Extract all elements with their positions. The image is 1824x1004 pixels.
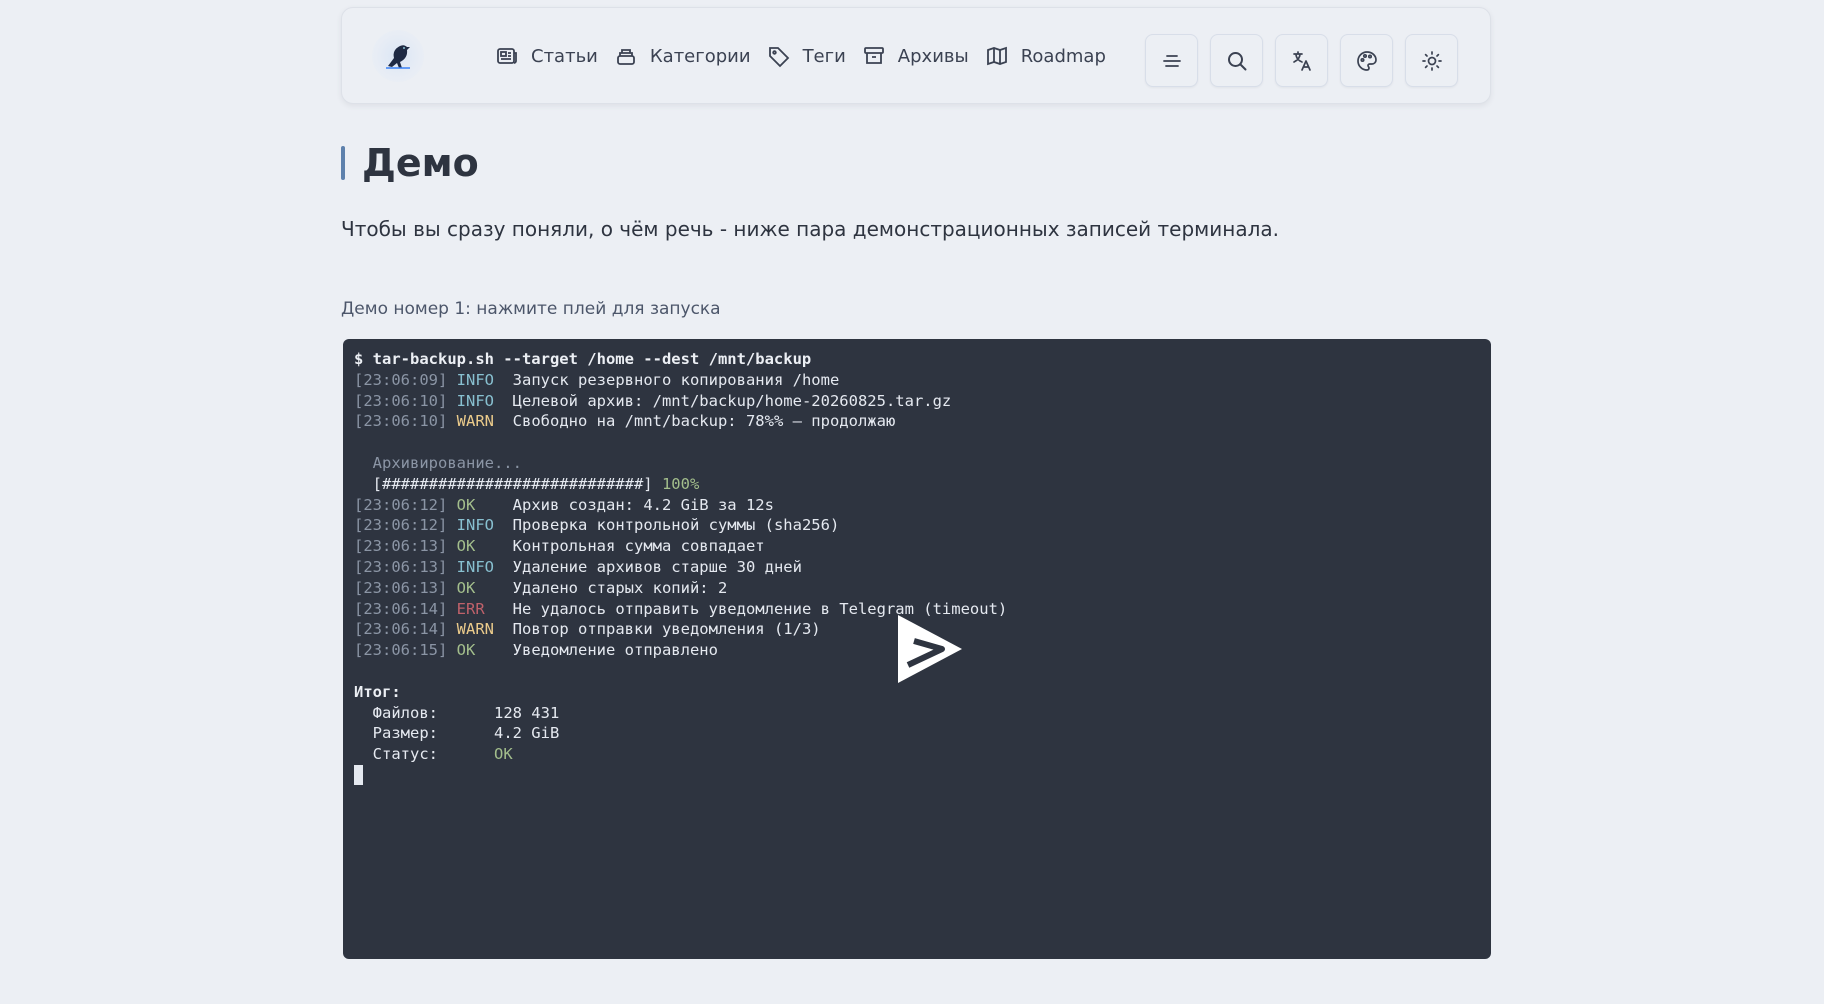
terminal-log-line: [23:06:13] OK Удалено старых копий: 2 bbox=[354, 578, 1480, 599]
terminal-log-line: [23:06:12] INFO Проверка контрольной сум… bbox=[354, 515, 1480, 536]
log-timestamp: [23:06:13] bbox=[354, 537, 448, 556]
log-level: OK bbox=[456, 495, 476, 514]
search-button[interactable] bbox=[1210, 34, 1263, 87]
log-level: ERR bbox=[456, 599, 485, 618]
log-message: Свободно на /mnt/backup: 78%% — продолжа… bbox=[512, 412, 896, 431]
sun-icon bbox=[1421, 50, 1442, 71]
log-level: WARN bbox=[456, 412, 494, 431]
summary-value: OK bbox=[493, 745, 513, 764]
summary-label: Статус: bbox=[354, 745, 494, 764]
nav-item-label: Roadmap bbox=[1020, 45, 1106, 67]
log-level: OK bbox=[456, 537, 476, 556]
log-timestamp: [23:06:10] bbox=[354, 412, 448, 431]
summary-row: Размер: 4.2 GiB bbox=[354, 723, 1480, 744]
demo-caption: Демо номер 1: нажмите плей для запуска bbox=[341, 299, 721, 319]
log-timestamp: [23:06:13] bbox=[354, 557, 448, 576]
log-message: Уведомление отправлено bbox=[512, 641, 718, 660]
site-logo[interactable] bbox=[372, 30, 424, 82]
progress-percent: 100% bbox=[661, 474, 700, 493]
log-message: Проверка контрольной суммы (sha256) bbox=[512, 516, 840, 535]
stack-icon bbox=[616, 49, 635, 65]
theme-palette-button[interactable] bbox=[1340, 34, 1393, 87]
terminal-log-line: [23:06:13] INFO Удаление архивов старше … bbox=[354, 557, 1480, 578]
log-message: Удалено старых копий: 2 bbox=[512, 578, 728, 597]
log-timestamp: [23:06:14] bbox=[354, 599, 448, 618]
terminal-cursor bbox=[354, 765, 363, 786]
nav-item-label: Теги bbox=[802, 45, 846, 67]
log-level: OK bbox=[456, 578, 476, 597]
title-accent-bar bbox=[341, 146, 345, 180]
log-level: INFO bbox=[456, 557, 494, 576]
page-title-block: Демо bbox=[341, 138, 479, 188]
nav-item-tags[interactable]: Теги bbox=[759, 38, 854, 74]
terminal-log-line: [23:06:10] INFO Целевой архив: /mnt/back… bbox=[354, 391, 1480, 412]
nav-item-label: Статьи bbox=[531, 45, 598, 67]
translate-icon bbox=[1292, 50, 1311, 71]
log-timestamp: [23:06:12] bbox=[354, 495, 448, 514]
summary-value: 128 431 bbox=[493, 703, 560, 722]
progress-bar-text: [############################] bbox=[354, 474, 653, 493]
terminal-cursor-line bbox=[354, 765, 1480, 786]
dark-mode-toggle[interactable] bbox=[1405, 34, 1458, 87]
terminal-progress: [############################] 100% bbox=[354, 474, 1480, 495]
language-button[interactable] bbox=[1275, 34, 1328, 87]
log-message: Целевой архив: /mnt/backup/home-20260825… bbox=[512, 391, 952, 410]
raven-logo-icon bbox=[386, 45, 410, 69]
terminal-log-line: [23:06:09] INFO Запуск резервного копиро… bbox=[354, 370, 1480, 391]
nav-item-label: Категории bbox=[649, 45, 751, 67]
article-icon bbox=[497, 48, 517, 64]
log-timestamp: [23:06:10] bbox=[354, 391, 448, 410]
nav-item-archives[interactable]: Архивы bbox=[854, 38, 977, 74]
summary-label: Размер: bbox=[354, 724, 494, 743]
log-timestamp: [23:06:14] bbox=[354, 620, 448, 639]
terminal-summary: Файлов: 128 431 Размер: 4.2 GiB Статус: … bbox=[354, 703, 1480, 765]
terminal-archiving: Архивирование... bbox=[354, 453, 522, 472]
terminal-log-line: [23:06:13] OK Контрольная сумма совпадае… bbox=[354, 536, 1480, 557]
terminal-log-line: [23:06:10] WARN Свободно на /mnt/backup:… bbox=[354, 411, 1480, 432]
log-level: INFO bbox=[456, 516, 494, 535]
nav-item-label: Архивы bbox=[897, 45, 969, 67]
log-message: Повтор отправки уведомления (1/3) bbox=[512, 620, 821, 639]
page-title: Демо bbox=[362, 141, 479, 185]
log-level: OK bbox=[456, 641, 476, 660]
header-tools bbox=[1145, 34, 1458, 87]
log-message: Запуск резервного копирования /home bbox=[512, 370, 840, 389]
toc-button[interactable] bbox=[1145, 34, 1198, 87]
terminal-log-block-1: [23:06:09] INFO Запуск резервного копиро… bbox=[354, 370, 1480, 432]
terminal-log-line: [23:06:12] OK Архив создан: 4.2 GiB за 1… bbox=[354, 495, 1480, 516]
site-header: Статьи Категории Теги Архивы Roadmap bbox=[341, 7, 1491, 104]
log-timestamp: [23:06:09] bbox=[354, 370, 448, 389]
search-icon bbox=[1227, 51, 1246, 70]
summary-value: 4.2 GiB bbox=[493, 724, 560, 743]
log-message: Контрольная сумма совпадает bbox=[512, 537, 765, 556]
summary-label: Файлов: bbox=[354, 703, 494, 722]
nav-item-roadmap[interactable]: Roadmap bbox=[977, 38, 1114, 74]
log-message: Удаление архивов старше 30 дней bbox=[512, 557, 802, 576]
log-timestamp: [23:06:15] bbox=[354, 641, 448, 660]
intro-paragraph: Чтобы вы сразу поняли, о чём речь - ниже… bbox=[341, 217, 1279, 241]
terminal-player[interactable]: $ tar-backup.sh --target /home --dest /m… bbox=[343, 339, 1491, 959]
nav-item-categories[interactable]: Категории bbox=[606, 38, 759, 74]
nav-item-articles[interactable]: Статьи bbox=[495, 38, 606, 74]
summary-row: Файлов: 128 431 bbox=[354, 703, 1480, 724]
tag-icon bbox=[768, 47, 789, 68]
log-level: INFO bbox=[456, 391, 494, 410]
log-timestamp: [23:06:12] bbox=[354, 516, 448, 535]
play-icon[interactable] bbox=[894, 611, 966, 687]
log-timestamp: [23:06:13] bbox=[354, 578, 448, 597]
summary-row: Статус: OK bbox=[354, 744, 1480, 765]
menu-lines-icon bbox=[1162, 54, 1181, 67]
archive-icon bbox=[863, 47, 884, 64]
log-level: INFO bbox=[456, 370, 494, 389]
main-nav: Статьи Категории Теги Архивы Roadmap bbox=[495, 38, 1114, 74]
log-message: Архив создан: 4.2 GiB за 12s bbox=[512, 495, 774, 514]
map-icon bbox=[986, 46, 1007, 66]
palette-icon bbox=[1356, 50, 1377, 71]
log-level: WARN bbox=[456, 620, 494, 639]
terminal-command: $ tar-backup.sh --target /home --dest /m… bbox=[354, 350, 812, 368]
